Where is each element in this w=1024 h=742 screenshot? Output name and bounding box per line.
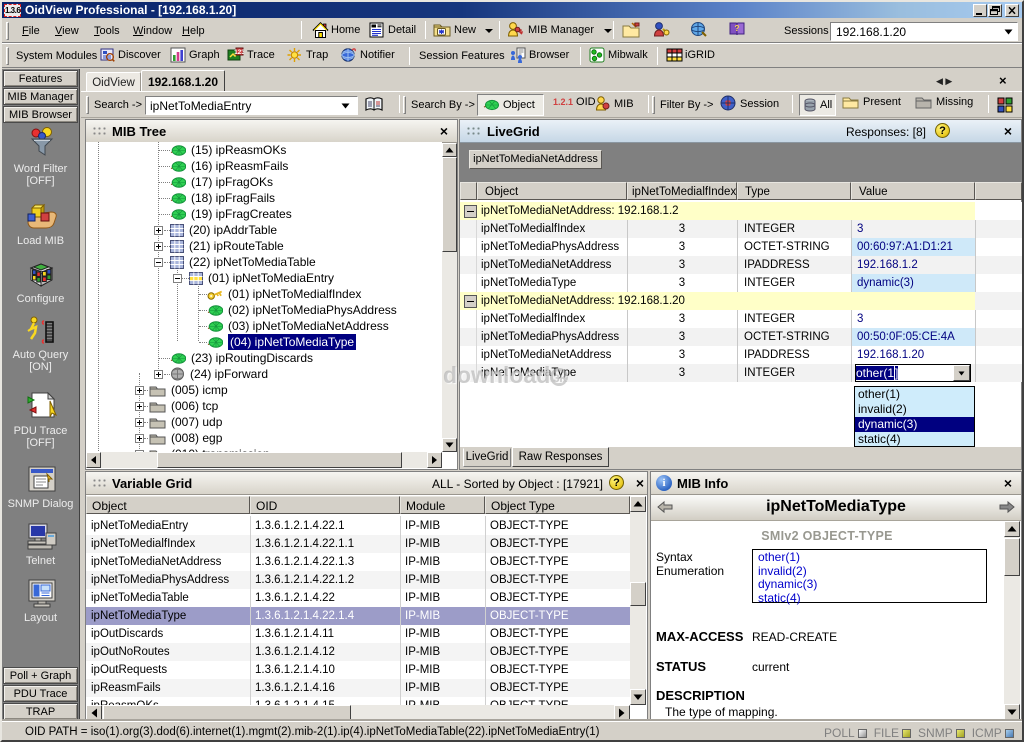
svg-text:123: 123: [234, 49, 244, 56]
svg-text:?: ?: [735, 24, 740, 33]
